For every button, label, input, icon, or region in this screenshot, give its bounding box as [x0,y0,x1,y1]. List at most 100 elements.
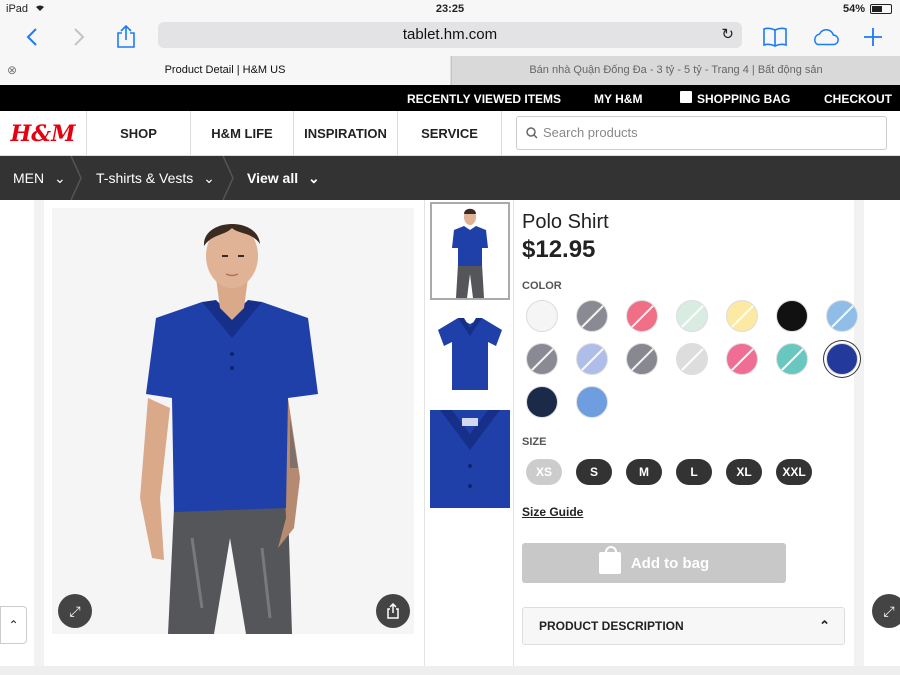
thumbnail-model-photo [452,208,488,298]
chevron-down-icon: ⌄ [203,170,215,186]
tab-title: Bán nhà Quận Đống Đa - 3 tỷ - 5 tỷ - Tra… [529,64,823,76]
unavailable-slash [578,344,607,374]
size-l-button[interactable]: L [676,459,712,485]
color-swatch[interactable] [526,300,558,332]
search-input[interactable]: Search products [516,116,887,150]
color-swatch[interactable] [576,386,608,418]
shopping-bag-icon [598,546,621,574]
chevron-right-icon [74,28,85,46]
size-guide-link[interactable]: Size Guide [522,505,583,519]
color-swatch[interactable] [626,300,658,332]
chevron-down-icon: ⌄ [308,170,320,186]
nav-hm-life[interactable]: H&M LIFE [191,111,294,156]
back-button[interactable] [17,22,47,52]
color-swatch[interactable] [726,300,758,332]
product-detail: ⤢ Polo Shirt $12.95 COLOR SIZE XS S M L … [44,200,858,666]
unavailable-slash [778,344,807,374]
status-bar: iPad 23:25 54% [0,0,900,18]
chevron-up-icon: ⌃ [8,618,19,632]
color-swatch[interactable] [826,300,858,332]
color-swatch[interactable] [526,343,558,375]
tab-real-estate[interactable]: Bán nhà Quận Đống Đa - 3 tỷ - 5 tỷ - Tra… [451,56,900,85]
fullscreen-icon[interactable]: ⤢ [58,594,92,628]
nav-service[interactable]: SERVICE [398,111,502,156]
model-photo [140,223,318,634]
next-product-panel: ⤢ [864,200,900,666]
chevron-down-icon: ⌄ [54,170,66,186]
checkout-link[interactable]: CHECKOUT [824,92,892,106]
color-swatch[interactable] [676,300,708,332]
clock: 23:25 [435,3,465,15]
size-xs-button[interactable]: XS [526,459,562,485]
hm-logo[interactable]: H&M [0,111,87,156]
product-description-label: PRODUCT DESCRIPTION [539,619,684,633]
product-price: $12.95 [522,236,596,263]
unavailable-slash [628,301,657,331]
breadcrumb-separator [70,156,82,200]
breadcrumb-men[interactable]: MEN ⌄ [13,156,66,200]
reload-icon[interactable]: ↻ [721,22,734,48]
color-swatch[interactable] [826,343,858,375]
shopping-bag-icon [680,91,692,103]
color-swatch[interactable] [726,343,758,375]
breadcrumb-separator [222,156,234,200]
breadcrumb-view-all[interactable]: View all ⌄ [247,156,320,200]
url-text: tablet.hm.com [402,26,498,43]
color-swatch[interactable] [776,300,808,332]
product-title: Polo Shirt [522,211,609,233]
chevron-up-icon: ⌃ [819,618,830,633]
unavailable-slash [678,301,707,331]
color-swatch[interactable] [626,343,658,375]
icloud-tabs-button[interactable] [810,22,840,52]
battery-percent: 54% [842,3,865,15]
recently-viewed-link[interactable]: RECENTLY VIEWED ITEMS [407,92,561,106]
bookmarks-button[interactable] [760,22,790,52]
tab-title: Product Detail | H&M US [164,64,286,76]
breadcrumb-label: T-shirts & Vests [96,170,194,186]
address-bar[interactable]: tablet.hm.com ↻ [158,22,742,48]
forward-button[interactable] [64,22,94,52]
product-main-image[interactable]: ⤢ [52,208,414,634]
size-xl-button[interactable]: XL [726,459,762,485]
previous-product-panel [0,200,34,666]
thumbnail-collar-detail [430,410,510,508]
share-icon[interactable] [376,594,410,628]
color-label: COLOR [522,280,562,292]
thumbnail-2[interactable] [430,308,510,406]
breadcrumb: MEN ⌄ T-shirts & Vests ⌄ View all ⌄ [0,156,900,200]
product-description-toggle[interactable]: PRODUCT DESCRIPTION ⌃ [522,607,845,645]
shopping-bag-link[interactable]: SHOPPING BAG [697,92,790,106]
color-swatch[interactable] [676,343,708,375]
share-button[interactable] [111,22,141,52]
nav-inspiration[interactable]: INSPIRATION [294,111,398,156]
breadcrumb-tshirts[interactable]: T-shirts & Vests ⌄ [96,156,215,200]
scroll-up-button[interactable]: ⌃ [0,606,27,644]
close-tab-icon[interactable]: ⊗ [7,56,17,85]
color-swatch[interactable] [576,300,608,332]
size-s-button[interactable]: S [576,459,612,485]
unavailable-slash [728,344,757,374]
color-swatch[interactable] [526,386,558,418]
unavailable-slash [828,301,857,331]
my-hm-link[interactable]: MY H&M [594,92,642,106]
breadcrumb-label: View all [247,170,299,186]
cloud-icon [814,28,839,46]
size-m-button[interactable]: M [626,459,662,485]
thumbnail-1[interactable] [430,202,510,300]
search-placeholder: Search products [543,125,638,140]
add-to-bag-button[interactable]: Add to bag [522,543,786,583]
color-swatch[interactable] [776,343,808,375]
size-xxl-button[interactable]: XXL [776,459,812,485]
nav-shop[interactable]: SHOP [87,111,191,156]
color-swatch[interactable] [576,343,608,375]
size-label: SIZE [522,436,547,448]
main-nav: H&M SHOP H&M LIFE INSPIRATION SERVICE Se… [0,111,900,156]
tab-product-detail[interactable]: ⊗ Product Detail | H&M US [0,56,450,85]
expand-icon[interactable]: ⤢ [872,594,900,628]
search-icon [526,117,538,151]
thumbnail-3[interactable] [430,410,510,508]
book-icon [763,27,787,47]
plus-icon [864,28,882,46]
thumbnail-flat-front [438,318,502,390]
new-tab-button[interactable] [858,22,888,52]
